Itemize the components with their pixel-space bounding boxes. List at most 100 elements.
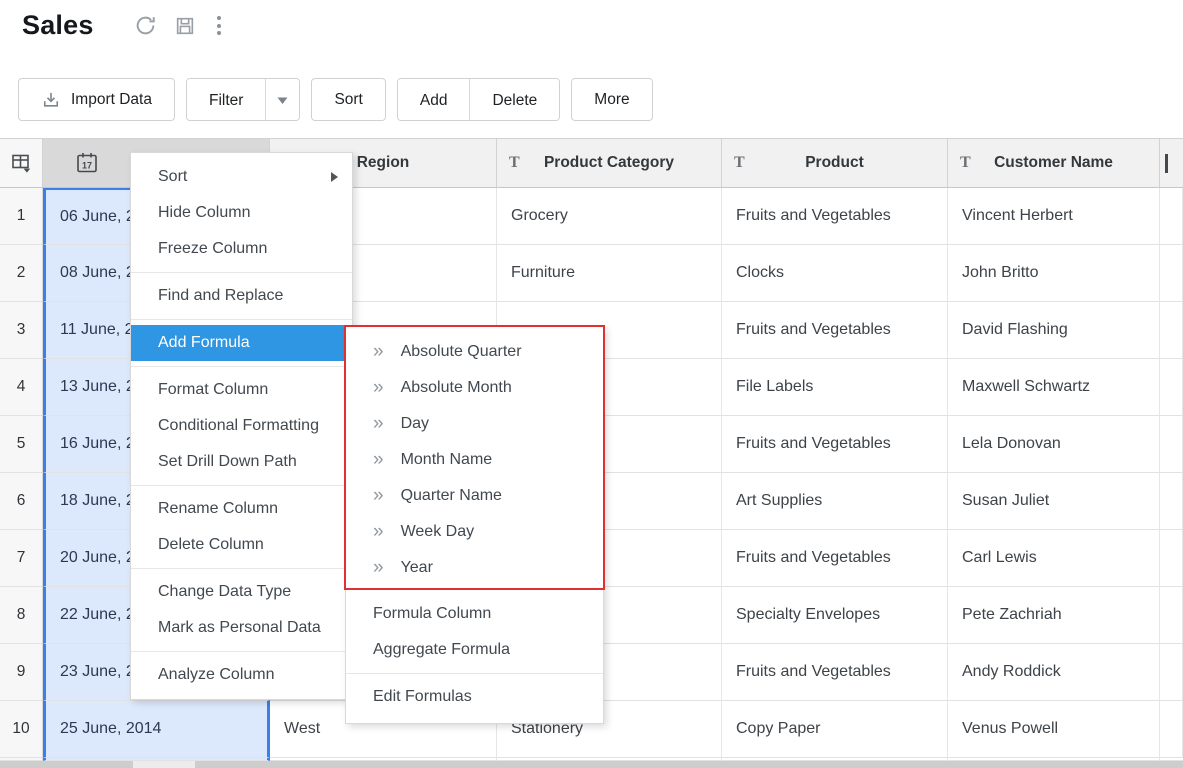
- row-number-cell[interactable]: 7: [0, 530, 43, 587]
- cell-next-partial: [1160, 245, 1183, 302]
- cell-category[interactable]: Furniture: [497, 245, 722, 302]
- row-number: 1: [17, 207, 26, 225]
- more-button[interactable]: More: [571, 78, 652, 121]
- cell-customer[interactable]: Vincent Herbert: [948, 188, 1160, 245]
- menu-item-set-drill-down-path[interactable]: Set Drill Down Path: [131, 444, 352, 480]
- import-data-button[interactable]: Import Data: [18, 78, 175, 121]
- scrollbar-thumb[interactable]: [133, 761, 195, 768]
- row-number-cell[interactable]: 2: [0, 245, 43, 302]
- cell-customer[interactable]: David Flashing: [948, 302, 1160, 359]
- submenu-item-month-name[interactable]: »Month Name: [346, 442, 603, 478]
- submenu-item-day[interactable]: »Day: [346, 406, 603, 442]
- add-formula-submenu: »Absolute Quarter»Absolute Month»Day»Mon…: [345, 326, 604, 724]
- menu-item-label: Analyze Column: [158, 666, 275, 684]
- row-number-cell[interactable]: 10: [0, 701, 43, 758]
- cell-customer-text: Susan Juliet: [962, 492, 1049, 510]
- cell-category[interactable]: Grocery: [497, 188, 722, 245]
- row-number-cell[interactable]: 3: [0, 302, 43, 359]
- cell-product-text: Art Supplies: [736, 492, 822, 510]
- menu-item-rename-column[interactable]: Rename Column: [131, 491, 352, 527]
- row-number: 4: [17, 378, 26, 396]
- cell-customer[interactable]: Pete Zachriah: [948, 587, 1160, 644]
- column-header-next-partial[interactable]: [1160, 138, 1183, 188]
- cell-date[interactable]: 25 June, 2014: [43, 701, 270, 758]
- cell-product[interactable]: Fruits and Vegetables: [722, 530, 948, 587]
- cell-customer-text: Carl Lewis: [962, 549, 1037, 567]
- import-icon: [41, 90, 61, 110]
- row-number-cell[interactable]: 4: [0, 359, 43, 416]
- cell-product[interactable]: Fruits and Vegetables: [722, 644, 948, 701]
- submenu-item-quarter-name[interactable]: »Quarter Name: [346, 478, 603, 514]
- cell-product[interactable]: Fruits and Vegetables: [722, 188, 948, 245]
- double-chevron-icon: »: [373, 414, 384, 433]
- text-type-icon: T: [509, 154, 520, 172]
- text-type-icon: T: [960, 154, 971, 172]
- horizontal-scrollbar[interactable]: [0, 761, 1183, 768]
- menu-item-conditional-formatting[interactable]: Conditional Formatting: [131, 408, 352, 444]
- cell-product[interactable]: Art Supplies: [722, 473, 948, 530]
- submenu-item-year[interactable]: »Year: [346, 550, 603, 586]
- cell-customer[interactable]: Lela Donovan: [948, 416, 1160, 473]
- select-all-corner[interactable]: [0, 138, 43, 188]
- column-header-customer[interactable]: T Customer Name: [948, 138, 1160, 188]
- text-type-icon: T: [734, 154, 745, 172]
- menu-item-label: Set Drill Down Path: [158, 453, 297, 471]
- submenu-item-formula-column[interactable]: Formula Column: [346, 596, 603, 632]
- menu-item-label: Sort: [158, 168, 187, 186]
- delete-button[interactable]: Delete: [469, 79, 559, 121]
- cell-customer[interactable]: Susan Juliet: [948, 473, 1160, 530]
- column-header-category[interactable]: TProduct Category: [497, 138, 722, 188]
- submenu-item-edit-formulas[interactable]: Edit Formulas: [346, 679, 603, 715]
- row-number-cell[interactable]: 1: [0, 188, 43, 245]
- menu-item-mark-as-personal-data[interactable]: Mark as Personal Data: [131, 610, 352, 646]
- submenu-item-label: Year: [401, 559, 433, 577]
- cell-product-text: Fruits and Vegetables: [736, 207, 891, 225]
- cell-product[interactable]: Clocks: [722, 245, 948, 302]
- cell-customer[interactable]: John Britto: [948, 245, 1160, 302]
- filter-button[interactable]: Filter: [187, 79, 265, 121]
- menu-item-analyze-column[interactable]: Analyze Column: [131, 657, 352, 693]
- add-button[interactable]: Add: [398, 79, 470, 121]
- row-number-cell[interactable]: 9: [0, 644, 43, 701]
- cell-customer-text: John Britto: [962, 264, 1038, 282]
- save-icon[interactable]: [174, 15, 196, 37]
- cell-product[interactable]: Fruits and Vegetables: [722, 416, 948, 473]
- delete-label: Delete: [492, 92, 537, 110]
- submenu-item-absolute-quarter[interactable]: »Absolute Quarter: [346, 334, 603, 370]
- submenu-item-aggregate-formula[interactable]: Aggregate Formula: [346, 632, 603, 668]
- row-number-cell[interactable]: 5: [0, 416, 43, 473]
- column-header-label: Customer Name: [994, 154, 1113, 172]
- menu-item-change-data-type[interactable]: Change Data Type: [131, 574, 352, 610]
- cell-customer-text: Maxwell Schwartz: [962, 378, 1090, 396]
- menu-divider: [131, 568, 352, 569]
- column-header-product[interactable]: TProduct: [722, 138, 948, 188]
- row-number: 8: [17, 606, 26, 624]
- cell-customer[interactable]: Andy Roddick: [948, 644, 1160, 701]
- submenu-item-week-day[interactable]: »Week Day: [346, 514, 603, 550]
- cell-product[interactable]: Specialty Envelopes: [722, 587, 948, 644]
- filter-dropdown-button[interactable]: [265, 79, 299, 121]
- menu-item-hide-column[interactable]: Hide Column: [131, 195, 352, 231]
- kebab-menu-icon[interactable]: [213, 14, 225, 37]
- submenu-item-absolute-month[interactable]: »Absolute Month: [346, 370, 603, 406]
- table-select-icon: [10, 152, 33, 175]
- menu-item-add-formula[interactable]: Add Formula: [131, 325, 352, 361]
- cell-product[interactable]: File Labels: [722, 359, 948, 416]
- cell-product[interactable]: Copy Paper: [722, 701, 948, 758]
- menu-item-format-column[interactable]: Format Column: [131, 372, 352, 408]
- menu-item-sort[interactable]: Sort: [131, 159, 352, 195]
- cell-category-text: Grocery: [511, 207, 568, 225]
- row-number-cell[interactable]: 8: [0, 587, 43, 644]
- cell-customer[interactable]: Maxwell Schwartz: [948, 359, 1160, 416]
- sort-button[interactable]: Sort: [311, 78, 385, 121]
- menu-item-freeze-column[interactable]: Freeze Column: [131, 231, 352, 267]
- menu-item-delete-column[interactable]: Delete Column: [131, 527, 352, 563]
- menu-item-find-and-replace[interactable]: Find and Replace: [131, 278, 352, 314]
- cell-product[interactable]: Fruits and Vegetables: [722, 302, 948, 359]
- cell-customer[interactable]: Carl Lewis: [948, 530, 1160, 587]
- row-number-cell[interactable]: 6: [0, 473, 43, 530]
- refresh-icon[interactable]: [134, 14, 157, 37]
- add-label: Add: [420, 92, 448, 110]
- cell-customer[interactable]: Venus Powell: [948, 701, 1160, 758]
- menu-divider: [131, 319, 352, 320]
